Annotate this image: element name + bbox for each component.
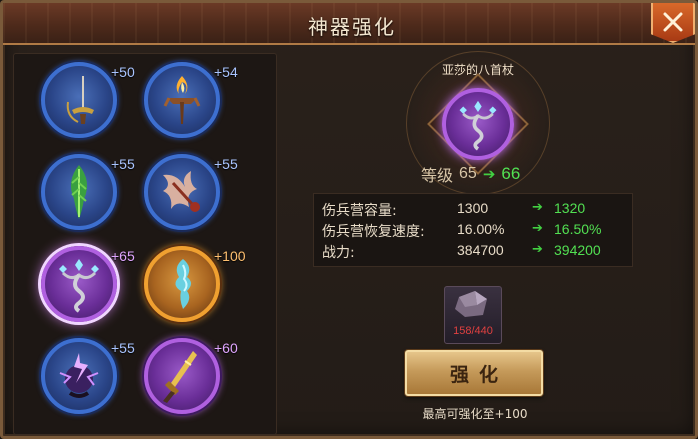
artifact-level-8: +60 (214, 340, 238, 356)
arrow-right-icon: ➔ (532, 221, 543, 236)
title-bar: 神器强化 (3, 3, 695, 45)
selected-artifact-frame (427, 73, 529, 175)
stats-table: 伤兵营容量: 1300 ➔ 1320 伤兵营恢复速度: 16.00% ➔ 16.… (313, 193, 633, 267)
stat-next: 394200 (554, 242, 601, 258)
artifact-slot-1[interactable] (41, 62, 117, 138)
enhance-button[interactable]: 强化 (405, 350, 543, 396)
artifact-level-1: +50 (111, 64, 135, 80)
artifact-enhance-dialog: 神器强化 +50 +54 +55 +55 +65 +100 +55 +60 亚莎… (0, 0, 698, 439)
level-label: 等级 (421, 166, 454, 185)
level-current: 65 (459, 165, 477, 182)
artifact-slot-2[interactable] (144, 62, 220, 138)
stat-label: 伤兵营容量: (322, 203, 397, 219)
artifact-level-4: +55 (214, 156, 238, 172)
sword-icon (66, 76, 94, 124)
artifact-level-5: +65 (111, 248, 135, 264)
selected-artifact-icon (442, 88, 514, 160)
gold-dagger-icon (163, 351, 197, 403)
level-next: 66 (501, 164, 521, 183)
arrow-right-icon: ➔ (482, 165, 496, 183)
staff-icon (459, 100, 497, 151)
flame-torch-icon (163, 76, 201, 124)
stat-next: 16.50% (554, 221, 602, 237)
artifact-slot-7[interactable] (41, 338, 117, 414)
stat-label: 伤兵营恢复速度: (322, 224, 425, 240)
bone-feather-icon (163, 171, 200, 212)
artifact-slot-8[interactable] (144, 338, 220, 414)
green-feather-icon (70, 165, 88, 219)
stat-current: 1300 (457, 200, 489, 216)
stat-current: 16.00% (457, 221, 505, 237)
stat-row: 伤兵营容量: 1300 ➔ 1320 (314, 199, 634, 219)
material-count: 158/440 (453, 325, 493, 337)
ore-icon (455, 291, 487, 317)
level-row: 等级 65 ➔ 66 (421, 163, 581, 185)
lightning-orb-icon (59, 353, 99, 398)
staff-icon (59, 259, 99, 313)
close-icon (663, 12, 683, 32)
artifact-slot-4[interactable] (144, 154, 220, 230)
artifact-slot-5[interactable] (41, 246, 117, 322)
artifact-level-2: +54 (214, 64, 238, 80)
stat-row: 伤兵营恢复速度: 16.00% ➔ 16.50% (314, 220, 634, 240)
dialog-title: 神器强化 (308, 15, 396, 39)
artifact-level-6: +100 (214, 248, 246, 264)
artifact-level-3: +55 (111, 156, 135, 172)
artifact-slot-3[interactable] (41, 154, 117, 230)
stat-label: 战力: (322, 245, 355, 261)
arrow-right-icon: ➔ (532, 242, 543, 257)
max-level-note: 最高可强化至+100 (422, 407, 528, 421)
stat-next: 1320 (554, 200, 586, 216)
stat-current: 384700 (457, 242, 504, 258)
arrow-right-icon: ➔ (532, 200, 543, 215)
artifact-level-7: +55 (111, 340, 135, 356)
stat-row: 战力: 384700 ➔ 394200 (314, 241, 634, 261)
ice-spirit-icon (175, 259, 191, 309)
artifact-slot-6[interactable] (144, 246, 220, 322)
